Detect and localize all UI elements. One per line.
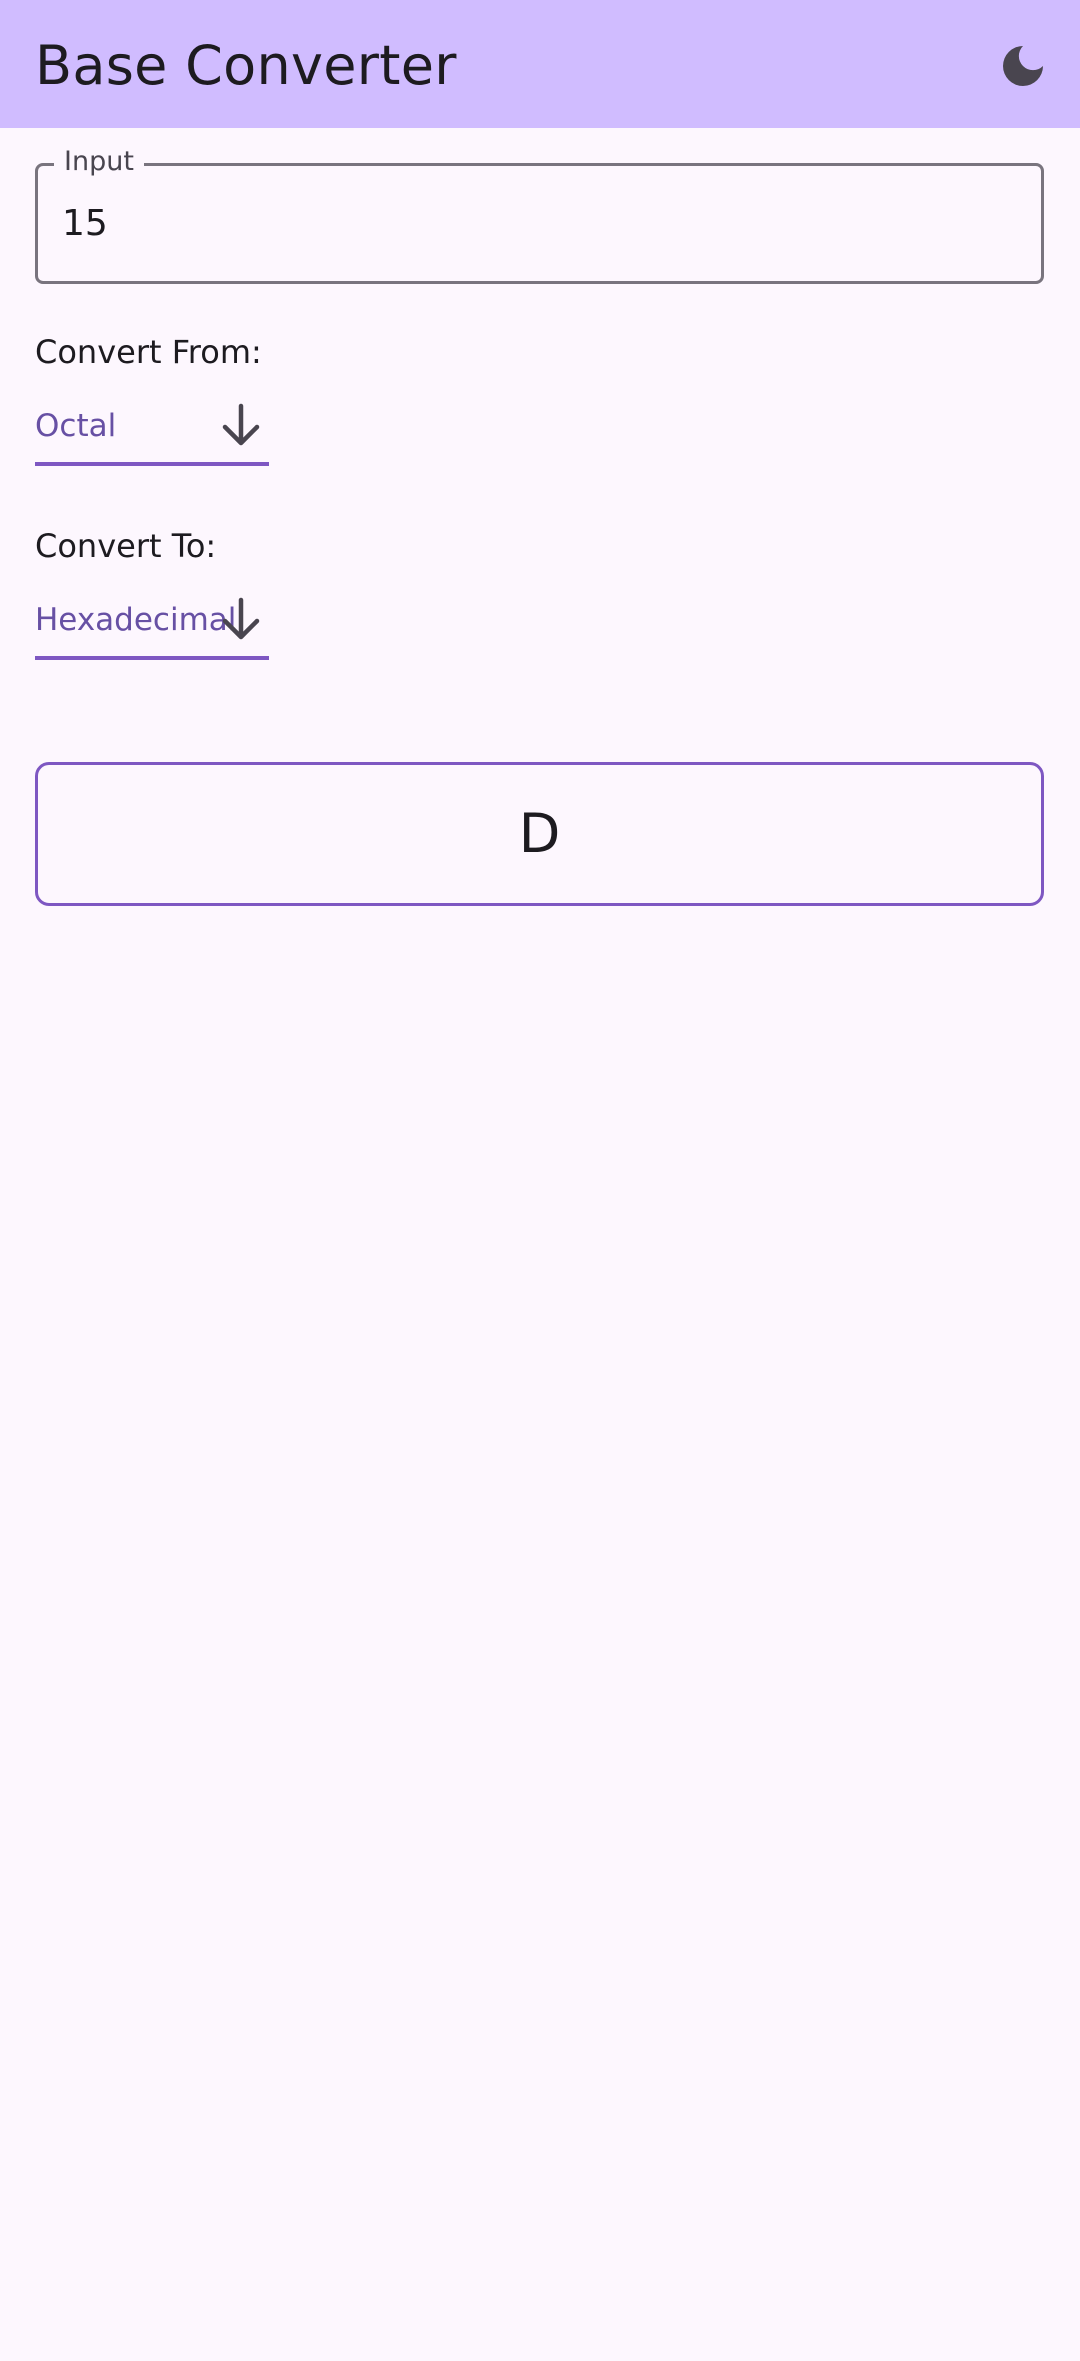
app-title: Base Converter — [35, 34, 457, 97]
convert-from-label: Convert From: — [35, 333, 262, 371]
input-field[interactable]: Input — [35, 144, 1044, 284]
convert-to-selected: Hexadecimal — [35, 602, 237, 638]
input-label: Input — [54, 144, 144, 180]
moon-icon — [1003, 46, 1043, 86]
arrow-down-icon — [222, 597, 260, 640]
convert-from-dropdown[interactable]: Octal — [35, 400, 269, 466]
theme-toggle-button[interactable] — [995, 38, 1051, 94]
app-bar: Base Converter — [0, 0, 1080, 128]
convert-from-selected: Octal — [35, 408, 117, 444]
convert-to-label: Convert To: — [35, 527, 217, 565]
result-box: D — [35, 762, 1044, 906]
result-value: D — [518, 802, 561, 865]
number-input[interactable] — [62, 200, 1002, 248]
arrow-down-icon — [222, 403, 260, 446]
convert-to-dropdown[interactable]: Hexadecimal — [35, 594, 269, 660]
